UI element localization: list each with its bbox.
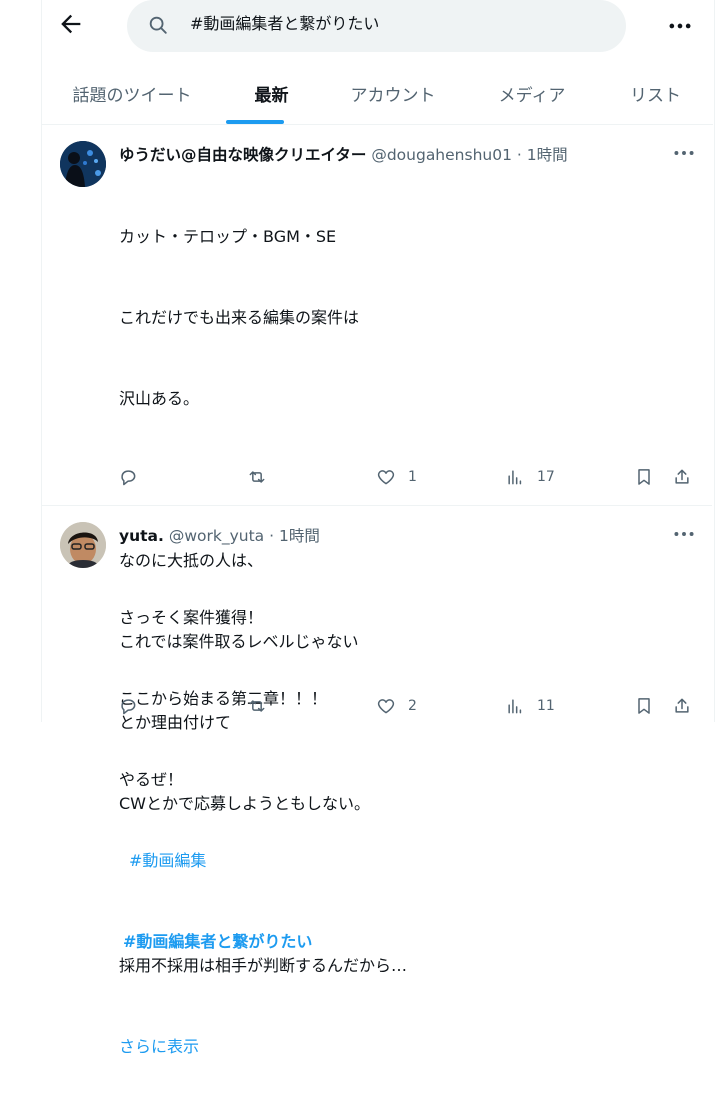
tweet-text: さっそく案件獲得！ ここから始まる第二章！！！ やるぜ！ #動画編集 #動画編集… — [119, 550, 327, 1009]
heart-icon — [377, 470, 395, 485]
share-icon — [675, 698, 689, 713]
tweet-line: カット・テロップ・BGM・SE — [119, 227, 337, 246]
reply-button[interactable] — [118, 467, 138, 487]
retweet-button[interactable] — [247, 467, 267, 487]
views-button[interactable]: 11 — [505, 696, 555, 716]
display-name[interactable]: ゆうだい@自由な映像クリエイター — [119, 146, 366, 164]
heart-icon — [377, 699, 395, 714]
handle[interactable]: @work_yuta — [169, 527, 264, 545]
search-box[interactable] — [127, 0, 626, 52]
more-options-icon[interactable] — [671, 524, 697, 544]
reply-button[interactable] — [118, 696, 138, 716]
avatar[interactable] — [60, 141, 106, 187]
search-input[interactable] — [190, 12, 610, 31]
hashtag-link[interactable]: #動画編集 — [129, 851, 206, 870]
tweet[interactable]: ゆうだい@自由な映像クリエイター @dougahenshu01 · 1時間 カッ… — [42, 125, 712, 1056]
show-more-link[interactable]: さらに表示 — [119, 1033, 407, 1060]
tab-top[interactable]: 話題のツイート — [41, 52, 223, 124]
reply-icon — [121, 470, 136, 486]
back-arrow-icon[interactable] — [57, 10, 85, 38]
more-options-icon[interactable] — [671, 143, 697, 163]
tweet[interactable]: yuta. @work_yuta · 1時間 さっそく案件獲得！ ここから始まる… — [42, 506, 712, 951]
tab-media[interactable]: メディア — [466, 52, 598, 124]
more-options-icon[interactable] — [666, 12, 694, 40]
bookmark-button[interactable] — [634, 696, 654, 716]
hashtag-link[interactable]: #動画編集者と繋がりたい — [123, 932, 312, 951]
tweet-line: 沢山ある。 — [119, 389, 200, 408]
tab-lists[interactable]: リスト — [598, 52, 713, 124]
share-button[interactable] — [672, 467, 692, 487]
share-button[interactable] — [672, 696, 692, 716]
like-button[interactable]: 1 — [376, 467, 417, 487]
like-count: 2 — [408, 698, 417, 714]
reply-icon — [121, 699, 136, 715]
retweet-button[interactable] — [247, 696, 267, 716]
tab-latest[interactable]: 最新 — [223, 52, 320, 124]
share-icon — [675, 469, 689, 484]
search-icon — [149, 16, 167, 34]
retweet-icon — [249, 471, 265, 483]
top-bar — [0, 0, 722, 52]
views-icon — [508, 699, 522, 714]
display-name[interactable]: yuta. — [119, 527, 164, 545]
views-icon — [508, 470, 522, 485]
views-button[interactable]: 17 — [505, 467, 555, 487]
like-button[interactable]: 2 — [376, 696, 417, 716]
tweet-header: yuta. @work_yuta · 1時間 — [119, 524, 320, 546]
tab-bar: 話題のツイート 最新 アカウント メディア リスト — [41, 52, 713, 125]
tab-accounts[interactable]: アカウント — [320, 52, 466, 124]
bookmark-icon — [638, 469, 650, 485]
views-count: 11 — [537, 698, 555, 714]
timestamp[interactable]: · 1時間 — [269, 527, 320, 545]
tweet-line: やるぜ！ — [119, 770, 184, 789]
avatar[interactable] — [60, 522, 106, 568]
tweet-actions: 2 11 — [42, 696, 712, 722]
views-count: 17 — [537, 469, 555, 485]
tweet-line: さっそく案件獲得！ — [119, 608, 264, 627]
tweet-header: ゆうだい@自由な映像クリエイター @dougahenshu01 · 1時間 — [119, 143, 568, 165]
active-tab-indicator — [226, 120, 284, 124]
tweet-actions: 1 17 — [42, 467, 712, 493]
like-count: 1 — [408, 469, 417, 485]
retweet-icon — [249, 700, 265, 712]
avatar-image — [60, 141, 106, 187]
timestamp[interactable]: · 1時間 — [517, 146, 568, 164]
handle[interactable]: @dougahenshu01 — [371, 146, 512, 164]
avatar-image — [60, 522, 106, 568]
bookmark-button[interactable] — [634, 467, 654, 487]
tweet-line: これだけでも出来る編集の案件は — [119, 308, 360, 327]
bookmark-icon — [638, 698, 650, 714]
